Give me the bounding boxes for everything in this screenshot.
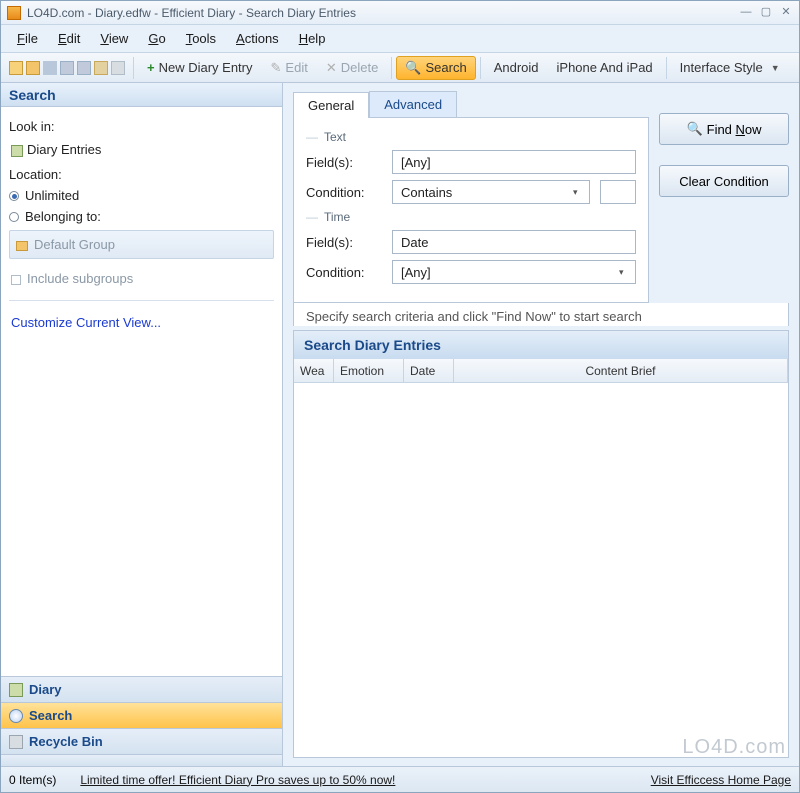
nav-recycle[interactable]: Recycle Bin: [1, 728, 282, 754]
close-button[interactable]: ✕: [779, 7, 793, 19]
customize-view-link[interactable]: Customize Current View...: [9, 311, 274, 334]
back-icon[interactable]: [60, 61, 74, 75]
status-item-count: 0 Item(s): [9, 773, 56, 787]
window-title: LO4D.com - Diary.edfw - Efficient Diary …: [27, 6, 739, 20]
clear-condition-button[interactable]: Clear Condition: [659, 165, 789, 197]
look-in-value[interactable]: Diary Entries: [9, 138, 274, 161]
criteria-body: Text Field(s): [Any] Condition: Contains…: [293, 117, 649, 303]
minimize-button[interactable]: —: [739, 7, 753, 19]
pencil-icon: ✎: [271, 60, 282, 76]
text-fields-select[interactable]: [Any]: [392, 150, 636, 174]
text-fields-label: Field(s):: [306, 155, 382, 170]
group-selector: Default Group: [9, 230, 274, 259]
print-icon[interactable]: [94, 61, 108, 75]
find-now-button[interactable]: 🔍Find Now: [659, 113, 789, 145]
chevron-down-icon: ▾: [573, 187, 581, 198]
location-label: Location:: [9, 167, 274, 182]
time-section-label: Time: [306, 210, 636, 224]
status-visit-link[interactable]: Visit Efficcess Home Page: [651, 773, 791, 787]
text-section-label: Text: [306, 130, 636, 144]
radio-unlimited[interactable]: Unlimited: [9, 188, 274, 203]
plus-icon: +: [147, 60, 155, 75]
magnifier-icon: 🔍: [686, 121, 702, 137]
time-fields-select[interactable]: Date: [392, 230, 636, 254]
menu-help[interactable]: Help: [291, 27, 334, 50]
tab-general[interactable]: General: [293, 92, 369, 118]
nav-search[interactable]: Search: [1, 702, 282, 728]
iphone-button[interactable]: iPhone And iPad: [548, 56, 662, 79]
edit-button: ✎Edit: [262, 56, 317, 80]
col-date[interactable]: Date: [404, 359, 454, 382]
titlebar: LO4D.com - Diary.edfw - Efficient Diary …: [1, 1, 799, 25]
results-body: [294, 383, 788, 757]
diary-icon: [9, 683, 23, 697]
nav-list: Diary Search Recycle Bin: [1, 676, 282, 766]
include-subgroups-checkbox: Include subgroups: [9, 267, 274, 290]
time-condition-label: Condition:: [306, 265, 382, 280]
col-content[interactable]: Content Brief: [454, 359, 788, 382]
text-condition-label: Condition:: [306, 185, 382, 200]
sep-icon: [43, 61, 57, 75]
statusbar: 0 Item(s) Limited time offer! Efficient …: [1, 766, 799, 792]
new-diary-entry-button[interactable]: +New Diary Entry: [138, 56, 262, 79]
folder-icon: [16, 241, 28, 251]
chevron-down-icon: ▾: [619, 267, 627, 278]
delete-button: ✕Delete: [317, 56, 387, 80]
search-icon: [9, 709, 23, 723]
text-value-input[interactable]: [600, 180, 636, 204]
results-block: Search Diary Entries Wea Emotion Date Co…: [293, 330, 789, 758]
results-columns: Wea Emotion Date Content Brief: [294, 359, 788, 383]
paste-icon[interactable]: [111, 61, 125, 75]
instruction-text: Specify search criteria and click "Find …: [293, 303, 789, 326]
menu-go[interactable]: Go: [140, 27, 173, 50]
tab-advanced[interactable]: Advanced: [369, 91, 457, 117]
menu-tools[interactable]: Tools: [178, 27, 224, 50]
left-panel-header: Search: [1, 83, 282, 107]
col-weather[interactable]: Wea: [294, 359, 334, 382]
book-icon: [11, 145, 23, 157]
menu-actions[interactable]: Actions: [228, 27, 287, 50]
delete-icon: ✕: [326, 60, 337, 76]
magnifier-icon: 🔍: [405, 60, 421, 76]
look-in-label: Look in:: [9, 119, 274, 134]
forward-icon[interactable]: [77, 61, 91, 75]
toolbar: +New Diary Entry ✎Edit ✕Delete 🔍Search A…: [1, 53, 799, 83]
col-emotion[interactable]: Emotion: [334, 359, 404, 382]
radio-icon: [9, 212, 19, 222]
menubar: File Edit View Go Tools Actions Help: [1, 25, 799, 53]
right-panel: General Advanced Text Field(s): [Any] Co…: [283, 83, 799, 766]
menu-file[interactable]: File: [9, 27, 46, 50]
radio-belonging[interactable]: Belonging to:: [9, 209, 274, 224]
results-header: Search Diary Entries: [294, 331, 788, 359]
text-condition-select[interactable]: Contains▾: [392, 180, 590, 204]
interface-style-dropdown[interactable]: Interface Style▼: [671, 56, 789, 79]
nav-collapse-bar[interactable]: [1, 754, 282, 766]
recycle-icon: [9, 735, 23, 749]
checkbox-icon: [11, 275, 21, 285]
left-panel: Search Look in: Diary Entries Location: …: [1, 83, 283, 766]
menu-view[interactable]: View: [92, 27, 136, 50]
maximize-button[interactable]: ▢: [759, 7, 773, 19]
menu-edit[interactable]: Edit: [50, 27, 88, 50]
time-condition-select[interactable]: [Any]▾: [392, 260, 636, 284]
search-button[interactable]: 🔍Search: [396, 56, 475, 80]
time-fields-label: Field(s):: [306, 235, 382, 250]
nav-diary[interactable]: Diary: [1, 676, 282, 702]
new-file-icon[interactable]: [9, 61, 23, 75]
android-button[interactable]: Android: [485, 56, 548, 79]
radio-icon: [9, 191, 19, 201]
watermark: LO4D.com: [682, 736, 786, 759]
app-icon: [7, 6, 21, 20]
toolbar-quick-icons: [5, 61, 129, 75]
status-offer-link[interactable]: Limited time offer! Efficient Diary Pro …: [80, 773, 395, 787]
chevron-down-icon: ▼: [771, 63, 780, 73]
open-icon[interactable]: [26, 61, 40, 75]
